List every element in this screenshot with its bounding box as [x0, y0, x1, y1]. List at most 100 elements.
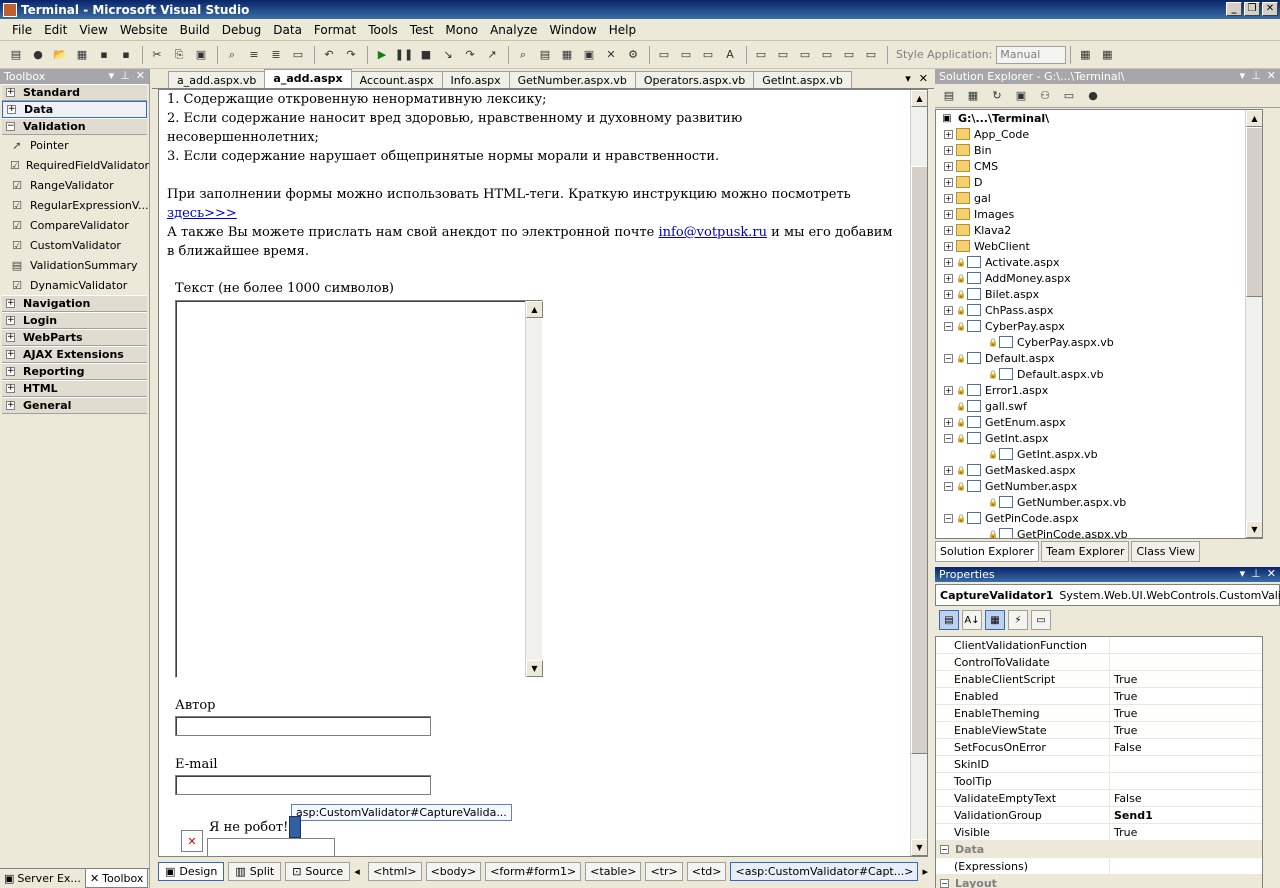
tree-node[interactable]: 🔒 GetPinCode.aspx.vb: [936, 526, 1262, 538]
tree-node[interactable]: + 🔒 AddMoney.aspx: [936, 270, 1262, 286]
expand-icon[interactable]: +: [944, 225, 953, 235]
scroll-up-icon[interactable]: ▲: [526, 301, 543, 318]
crumb-form[interactable]: <form#form1>: [485, 861, 582, 881]
crumb-table[interactable]: <table>: [585, 861, 642, 881]
collapse-icon[interactable]: −: [944, 513, 953, 523]
properties-window-icon[interactable]: ▦: [557, 45, 577, 65]
toolbox-category-webparts[interactable]: + WebParts: [2, 329, 147, 346]
expand-icon[interactable]: +: [944, 177, 953, 187]
object-browser-icon[interactable]: ▣: [579, 45, 599, 65]
toolbox-item-rangevalidator[interactable]: ☑ RangeValidator: [0, 175, 149, 195]
toolbox-category-html[interactable]: + HTML: [2, 380, 147, 397]
save-all-icon[interactable]: ▪: [116, 45, 136, 65]
crumb-html[interactable]: <html>: [368, 861, 422, 881]
tree-node[interactable]: 🔒 gall.swf: [936, 398, 1262, 414]
undo-icon[interactable]: ↶: [319, 45, 339, 65]
property-row[interactable]: SkinID: [936, 756, 1262, 773]
collapse-icon[interactable]: −: [944, 481, 953, 491]
email-input[interactable]: [175, 775, 431, 795]
toolbox-item-regularexpressionvalidator[interactable]: ☑ RegularExpressionV...: [0, 195, 149, 215]
tree-node[interactable]: − 🔒 Default.aspx: [936, 350, 1262, 366]
toolbox-category-data[interactable]: + Data: [2, 101, 147, 118]
toolbox-category-login[interactable]: + Login: [2, 312, 147, 329]
tab-getnumber-aspx-vb[interactable]: GetNumber.aspx.vb: [508, 71, 636, 88]
grid-icon-2[interactable]: ▦: [1097, 45, 1117, 65]
comment-bubble-icon-3[interactable]: ▭: [795, 45, 815, 65]
close-button[interactable]: ✕: [1262, 2, 1278, 16]
property-row[interactable]: EnableClientScript True: [936, 671, 1262, 688]
save-icon[interactable]: ▪: [94, 45, 114, 65]
collapse-icon[interactable]: −: [944, 433, 953, 443]
new-project-icon[interactable]: ▤: [6, 45, 26, 65]
tree-node[interactable]: 🔒 GetInt.aspx.vb: [936, 446, 1262, 462]
tree-scrollbar[interactable]: ▲ ▼: [1245, 110, 1262, 538]
property-row[interactable]: ControlToValidate: [936, 654, 1262, 671]
comment-bubble-icon[interactable]: ▭: [751, 45, 771, 65]
style-application-select[interactable]: Manual: [996, 45, 1067, 64]
toolbox-item-pointer[interactable]: ➚ Pointer: [0, 135, 149, 155]
comment-icon[interactable]: ≡: [244, 45, 264, 65]
property-row[interactable]: ToolTip: [936, 773, 1262, 790]
instruction-link[interactable]: здесь>>>: [167, 206, 237, 221]
tab-class-view[interactable]: Class View: [1131, 541, 1201, 562]
step-into-icon[interactable]: ↘: [438, 45, 458, 65]
captcha-input[interactable]: [207, 838, 335, 856]
pin-icon[interactable]: ⊥: [1251, 567, 1261, 580]
alphabetical-icon[interactable]: A↓: [962, 610, 982, 630]
expand-icon[interactable]: +: [944, 145, 953, 155]
menu-analyze[interactable]: Analyze: [484, 23, 543, 37]
step-over-icon[interactable]: ↷: [460, 45, 480, 65]
scroll-up-icon[interactable]: ▲: [1246, 110, 1262, 127]
close-icon[interactable]: ✕: [136, 69, 145, 82]
categorized-icon[interactable]: ▤: [939, 610, 959, 630]
properties-view-icon[interactable]: ▦: [985, 610, 1005, 630]
menu-data[interactable]: Data: [267, 23, 308, 37]
toolbox-category-standard[interactable]: + Standard: [2, 84, 147, 101]
pause-icon[interactable]: ❚❚: [394, 45, 414, 65]
format-icon-2[interactable]: ▭: [676, 45, 696, 65]
property-value[interactable]: [1110, 756, 1262, 772]
minimize-button[interactable]: _: [1226, 2, 1242, 16]
view-designer-icon[interactable]: ⚇: [1035, 86, 1055, 106]
crumb-td[interactable]: <td>: [686, 861, 727, 881]
step-out-icon[interactable]: ↗: [482, 45, 502, 65]
tab-list-icon[interactable]: ▾: [905, 72, 911, 85]
restore-button[interactable]: ❐: [1244, 2, 1260, 16]
menu-window[interactable]: Window: [543, 23, 602, 37]
dropdown-icon[interactable]: ▾: [1240, 69, 1246, 82]
expand-icon[interactable]: +: [944, 385, 953, 395]
tree-node[interactable]: 🔒 CyberPay.aspx.vb: [936, 334, 1262, 350]
tree-node[interactable]: + CMS: [936, 158, 1262, 174]
property-value[interactable]: False: [1110, 790, 1262, 806]
format-icon-1[interactable]: ▭: [654, 45, 674, 65]
menu-edit[interactable]: Edit: [38, 23, 73, 37]
comment-bubble-icon-6[interactable]: ▭: [861, 45, 881, 65]
expand-icon[interactable]: +: [944, 305, 953, 315]
property-grid[interactable]: ClientValidationFunction ControlToValidat…: [935, 636, 1263, 888]
property-value[interactable]: Send1: [1110, 807, 1262, 823]
joke-textarea[interactable]: ▲ ▼: [175, 300, 543, 678]
source-view-button[interactable]: ⊡ Source: [285, 861, 351, 881]
pin-icon[interactable]: ⊥: [120, 69, 130, 82]
property-row[interactable]: EnableTheming True: [936, 705, 1262, 722]
toolbox-window-icon[interactable]: ✕: [601, 45, 621, 65]
collapse-icon[interactable]: −: [944, 353, 953, 363]
author-input[interactable]: [175, 716, 431, 736]
menu-file[interactable]: File: [6, 23, 38, 37]
tree-node[interactable]: 🔒 GetNumber.aspx.vb: [936, 494, 1262, 510]
close-document-icon[interactable]: ✕: [919, 72, 928, 85]
menu-test[interactable]: Test: [404, 23, 440, 37]
menu-view[interactable]: View: [73, 23, 113, 37]
property-row[interactable]: EnableViewState True: [936, 722, 1262, 739]
property-value[interactable]: True: [1110, 824, 1262, 840]
tree-node[interactable]: + 🔒 GetEnum.aspx: [936, 414, 1262, 430]
property-row[interactable]: (Expressions): [936, 858, 1262, 875]
toolbox-category-general[interactable]: + General: [2, 397, 147, 414]
comment-bubble-icon-4[interactable]: ▭: [817, 45, 837, 65]
property-value[interactable]: [1110, 773, 1262, 789]
pin-icon[interactable]: ⊥: [1251, 69, 1261, 82]
find-in-files-icon[interactable]: ⌕: [513, 45, 533, 65]
tab-account-aspx[interactable]: Account.aspx: [350, 71, 443, 88]
toolbox-category-ajax[interactable]: + AJAX Extensions: [2, 346, 147, 363]
tree-node[interactable]: + Klava2: [936, 222, 1262, 238]
